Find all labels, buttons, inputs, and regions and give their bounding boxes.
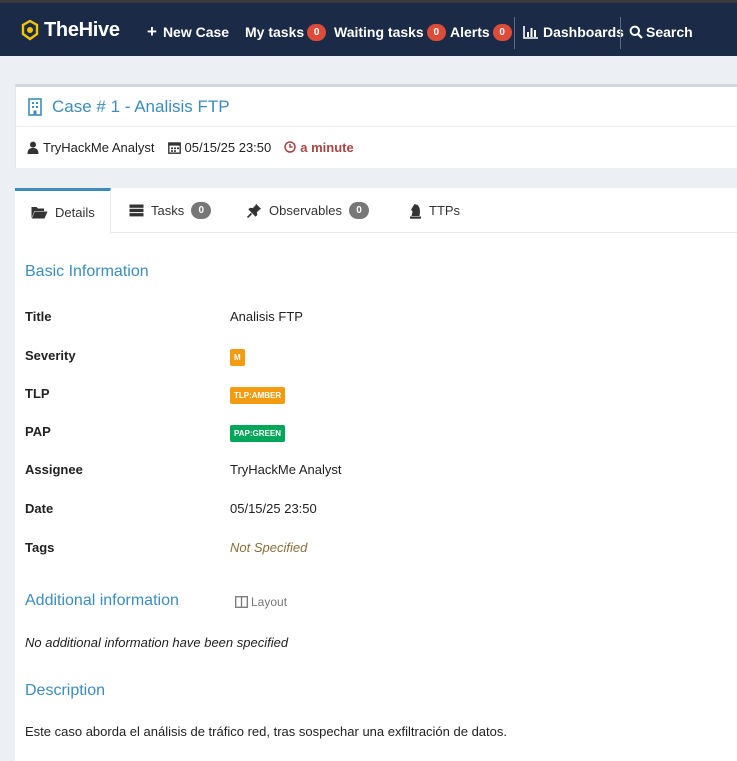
case-assignee-text: TryHackMe Analyst (43, 139, 155, 155)
case-details-panel: Details Tasks 0 Observables 0 TTPs Basic… (15, 188, 737, 761)
new-case-button[interactable]: + New Case (147, 21, 229, 43)
top-navbar: TheHive + New Case My tasks 0 Waiting ta… (0, 0, 737, 56)
severity-field: M (230, 348, 245, 366)
tab-tasks-label: Tasks (151, 203, 185, 218)
dashboards-label: Dashboards (543, 24, 624, 40)
additional-information-heading: Additional information (25, 592, 179, 609)
nav-divider (620, 17, 621, 49)
severity-label: Severity (25, 348, 76, 363)
tab-observables[interactable]: Observables 0 (247, 188, 369, 233)
alerts-link[interactable]: Alerts 0 (450, 21, 512, 43)
search-label: Search (646, 24, 693, 40)
plus-icon: + (147, 22, 157, 41)
date-label: Date (25, 501, 54, 516)
calendar-icon (167, 141, 181, 154)
pap-field: PAP:GREEN (230, 424, 285, 442)
tab-ttps-label: TTPs (429, 203, 461, 218)
search-link[interactable]: Search (629, 21, 693, 43)
layout-button[interactable]: Layout (235, 595, 287, 609)
columns-icon (235, 596, 248, 608)
assignee-value: TryHackMe Analyst (230, 462, 342, 477)
tab-observables-badge: 0 (348, 202, 369, 219)
description-text: Este caso aborda el análisis de tráfico … (25, 724, 507, 739)
tab-details[interactable]: Details (15, 188, 111, 234)
tags-label: Tags (25, 540, 55, 555)
case-title: Case # 1 - Analisis FTP (52, 96, 230, 116)
chess-knight-icon (410, 203, 421, 219)
date-value: 05/15/25 23:50 (230, 501, 317, 516)
folder-open-icon (31, 207, 48, 219)
tlp-badge: TLP:AMBER (230, 387, 286, 404)
waiting-tasks-link[interactable]: Waiting tasks 0 (334, 21, 446, 43)
layout-button-label: Layout (251, 595, 288, 609)
tab-tasks[interactable]: Tasks 0 (129, 188, 212, 233)
user-icon (27, 141, 39, 154)
title-label: Title (25, 309, 52, 324)
my-tasks-label: My tasks (245, 24, 305, 40)
dashboards-link[interactable]: Dashboards (523, 21, 624, 43)
pin-icon (247, 203, 262, 218)
additional-information-empty: No additional information have been spec… (25, 635, 289, 650)
clock-icon (284, 141, 296, 153)
severity-badge: M (230, 349, 245, 366)
case-duration-text: a minute (300, 139, 354, 155)
waiting-tasks-label: Waiting tasks (334, 24, 424, 40)
new-case-label: New Case (162, 24, 230, 40)
tags-value: Not Specified (230, 540, 308, 555)
basic-information-heading: Basic Information (25, 263, 149, 280)
tasks-list-icon (129, 204, 144, 217)
tab-details-label: Details (55, 205, 95, 220)
case-duration: a minute (284, 139, 354, 155)
tlp-field: TLP:AMBER (230, 386, 286, 404)
case-tabs: Details Tasks 0 Observables 0 TTPs (15, 188, 737, 234)
case-assignee: TryHackMe Analyst (27, 140, 155, 155)
case-header: Case # 1 - Analisis FTP TryHackMe Analys… (15, 84, 737, 168)
title-value: Analisis FTP (230, 309, 303, 324)
case-title-row: Case # 1 - Analisis FTP (16, 87, 737, 127)
alerts-label: Alerts (450, 24, 490, 40)
nav-divider (514, 17, 515, 49)
bee-icon (21, 19, 39, 41)
assignee-label: Assignee (25, 462, 83, 477)
building-icon (28, 97, 42, 116)
brand-logo[interactable]: TheHive (20, 17, 120, 43)
search-icon (629, 25, 643, 39)
tab-ttps[interactable]: TTPs (409, 188, 460, 233)
waiting-tasks-badge: 0 (426, 23, 446, 41)
description-heading: Description (25, 682, 106, 699)
case-date-text: 05/15/25 23:50 (184, 139, 272, 155)
bar-chart-icon (523, 25, 538, 39)
alerts-badge: 0 (492, 23, 512, 41)
tlp-label: TLP (25, 386, 50, 401)
pap-badge: PAP:GREEN (230, 425, 285, 442)
brand-name: TheHive (44, 18, 120, 41)
case-date: 05/15/25 23:50 (167, 139, 272, 155)
pap-label: PAP (25, 424, 51, 439)
case-meta-row: TryHackMe Analyst 05/15/25 23:50 a minut… (16, 127, 737, 167)
tab-tasks-badge: 0 (191, 202, 212, 219)
tab-observables-label: Observables (269, 203, 342, 218)
my-tasks-badge: 0 (307, 23, 327, 41)
my-tasks-link[interactable]: My tasks 0 (245, 21, 327, 43)
